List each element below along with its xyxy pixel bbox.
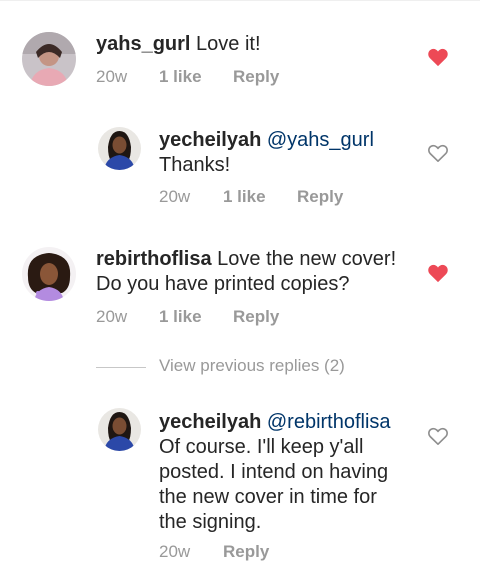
- reply-button[interactable]: Reply: [233, 67, 279, 87]
- comment-meta: 20w 1 like Reply: [159, 187, 419, 207]
- reply-button[interactable]: Reply: [297, 187, 343, 207]
- timestamp: 20w: [96, 67, 128, 86]
- likes-count[interactable]: 1 like: [159, 307, 202, 327]
- comment-body-line-4: the signing.: [159, 511, 262, 533]
- top-divider: [0, 0, 480, 1]
- comment-body-line-2: posted. I intend on having: [159, 461, 389, 483]
- comment-meta: 20w Reply: [159, 542, 419, 562]
- avatar[interactable]: [98, 408, 141, 451]
- comment-meta: 20w 1 like Reply: [96, 67, 396, 87]
- view-previous-replies[interactable]: View previous replies (2): [96, 356, 396, 380]
- username[interactable]: yecheilyah: [159, 129, 261, 151]
- avatar[interactable]: [22, 32, 76, 86]
- heart-outline-icon[interactable]: [427, 143, 449, 163]
- divider-line: [96, 367, 146, 368]
- timestamp: 20w: [159, 187, 191, 206]
- reply-button[interactable]: Reply: [223, 542, 269, 562]
- comment-text: yahs_gurl Love it!: [96, 32, 416, 57]
- avatar-image-yecheilyah: [98, 127, 141, 170]
- timestamp: 20w: [96, 307, 128, 326]
- comment-body-line-1: Love the new cover!: [217, 248, 397, 270]
- comment-text: rebirthoflisa Love the new cover! Do you…: [96, 247, 416, 297]
- likes-count[interactable]: 1 like: [159, 67, 202, 87]
- avatar[interactable]: [22, 247, 76, 301]
- mention-link[interactable]: @rebirthoflisa: [267, 411, 391, 433]
- comment-text: yecheilyah @rebirthoflisa Of course. I'l…: [159, 410, 424, 535]
- avatar[interactable]: [98, 127, 141, 170]
- avatar-image-rebirthoflisa: [22, 247, 76, 301]
- heart-outline-icon[interactable]: [427, 426, 449, 446]
- comment-meta: 20w 1 like Reply: [96, 307, 396, 327]
- username[interactable]: yecheilyah: [159, 411, 261, 433]
- comment-body-line-3: the new cover in time for: [159, 486, 377, 508]
- heart-filled-icon[interactable]: [427, 263, 449, 283]
- view-previous-replies-label[interactable]: View previous replies (2): [159, 356, 345, 376]
- heart-filled-icon[interactable]: [427, 47, 449, 67]
- comment-body-line-2: Do you have printed copies?: [96, 273, 350, 295]
- comment-body-line-1: Of course. I'll keep y'all: [159, 436, 364, 458]
- avatar-image-yecheilyah: [98, 408, 141, 451]
- comment-body: Thanks!: [159, 154, 231, 176]
- username[interactable]: rebirthoflisa: [96, 248, 212, 270]
- timestamp: 20w: [159, 542, 191, 561]
- comment-text: yecheilyah @yahs_gurl Thanks!: [159, 128, 419, 178]
- reply-button[interactable]: Reply: [233, 307, 279, 327]
- username[interactable]: yahs_gurl: [96, 33, 190, 55]
- comment-body: Love it!: [196, 33, 261, 55]
- likes-count[interactable]: 1 like: [223, 187, 266, 207]
- avatar-image-yahs-gurl: [22, 32, 76, 86]
- mention-link[interactable]: @yahs_gurl: [267, 129, 374, 151]
